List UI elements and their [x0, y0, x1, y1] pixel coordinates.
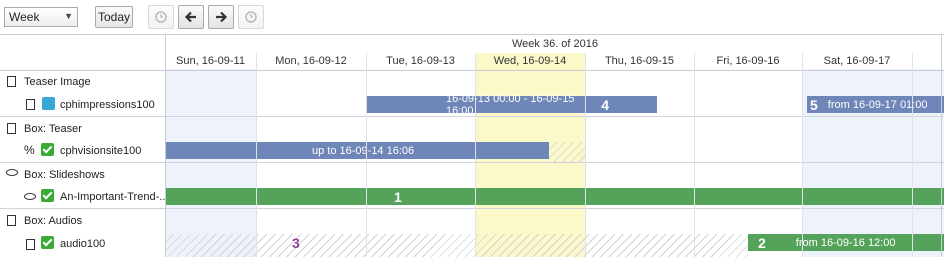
item-label-an-important-trend[interactable]: An-Important-Trend-... [60, 191, 168, 203]
day-header-mon: Mon, 16-09-12 [275, 55, 347, 67]
eye-icon [6, 169, 18, 176]
eye-icon [24, 193, 36, 200]
audio-icon [26, 239, 35, 250]
weekend-column-sun [165, 69, 256, 257]
chevron-down-icon: ▼ [64, 11, 73, 21]
today-button[interactable]: Today [95, 6, 133, 28]
status-icon [42, 97, 55, 110]
schedule-bar-1-number: 1 [394, 188, 402, 205]
schedule-bar-1[interactable]: 1 [166, 188, 944, 205]
view-select-value: Week [9, 10, 40, 24]
schedule-bar-teaser-text: up to 16-09-14 16:06 [312, 144, 415, 157]
schedule-bar-teaser[interactable]: up to 16-09-14 16:06 [166, 142, 549, 159]
hatched-range [549, 142, 585, 162]
schedule-marker-3[interactable]: 3 [292, 235, 300, 251]
today-button-label: Today [97, 10, 131, 24]
day-header-fri: Fri, 16-09-16 [716, 55, 780, 67]
schedule-bar-2-text: from 16-09-16 12:00 [795, 236, 896, 249]
schedule-bar-5[interactable]: 5 from 16-09-17 01:00 [807, 96, 944, 113]
zoom-out-button[interactable] [148, 5, 174, 29]
group-label-box-audios: Box: Audios [24, 215, 83, 227]
group-label-teaser-image: Teaser Image [24, 76, 91, 88]
day-header-wed: Wed, 16-09-14 [493, 55, 567, 67]
arrow-right-icon [216, 11, 228, 23]
schedule-bar-4-number: 4 [601, 96, 609, 113]
day-header-thu: Thu, 16-09-15 [604, 55, 675, 67]
hatched-range [166, 234, 748, 257]
group-label-box-teaser: Box: Teaser [24, 123, 82, 135]
timeline-grid: Week 36. of 2016 Sun, 16-09-11 Mon, 16-0… [0, 34, 944, 257]
document-icon [7, 123, 16, 134]
day-header-sun: Sun, 16-09-11 [176, 55, 245, 67]
arrow-left-icon [184, 11, 196, 23]
checkbox-checked-icon [41, 189, 54, 202]
group-label-box-slideshows: Box: Slideshows [24, 169, 105, 181]
clock-icon [245, 11, 257, 23]
item-label-cphvisionsite100[interactable]: cphvisionsite100 [60, 145, 141, 157]
view-select[interactable]: Week ▼ [4, 7, 78, 27]
schedule-bar-4-text: 16-09-13 00:00 - 16-09-15 16:00 [446, 92, 575, 117]
image-icon [26, 99, 35, 110]
checkbox-checked-icon [41, 236, 54, 249]
item-label-cphimpressions100[interactable]: cphimpressions100 [60, 99, 155, 111]
schedule-bar-4[interactable]: 16-09-13 00:00 - 16-09-15 16:00 4 [366, 93, 657, 117]
previous-button[interactable] [178, 5, 204, 29]
schedule-bar-2[interactable]: 2 from 16-09-16 12:00 [748, 234, 944, 251]
day-header-tue: Tue, 16-09-13 [386, 55, 455, 67]
document-icon [7, 215, 16, 226]
checkbox-checked-icon [41, 143, 54, 156]
schedule-bar-2-number: 2 [758, 234, 766, 251]
day-header-sat: Sat, 16-09-17 [823, 55, 891, 67]
document-icon [7, 76, 16, 87]
schedule-bar-5-number: 5 [810, 96, 818, 113]
item-label-audio100[interactable]: audio100 [60, 238, 105, 250]
toolbar: Week ▼ Today [0, 0, 944, 34]
clock-icon [155, 11, 167, 23]
link-icon: % [24, 143, 35, 157]
week-label: Week 36. of 2016 [511, 38, 599, 50]
zoom-in-button[interactable] [238, 5, 264, 29]
next-button[interactable] [208, 5, 234, 29]
